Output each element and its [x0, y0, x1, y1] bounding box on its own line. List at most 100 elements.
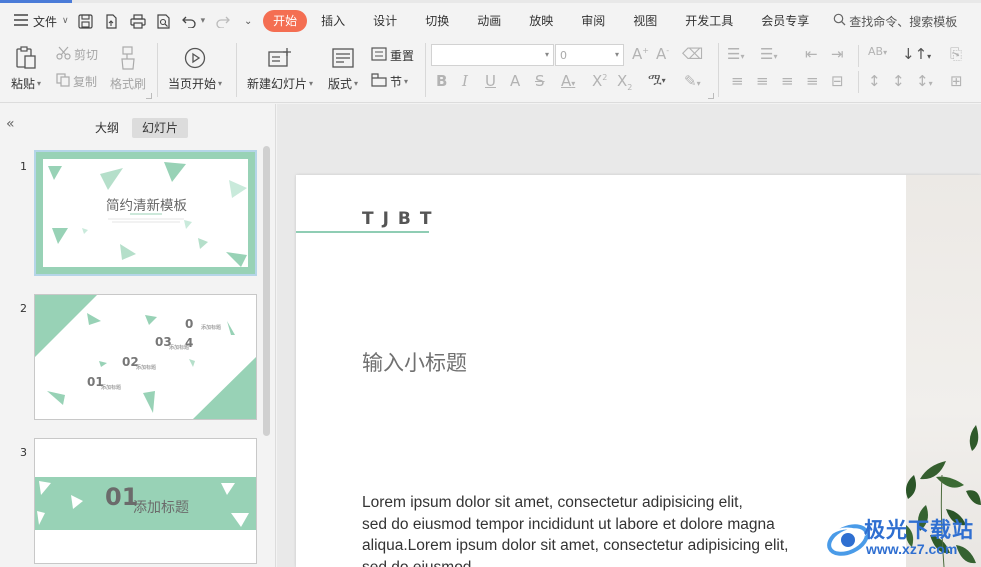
undo-icon[interactable]	[181, 12, 199, 30]
shadow-text-icon[interactable]: A	[510, 72, 520, 90]
layout-button[interactable]: 版式 ▾	[328, 45, 358, 92]
decrease-font-icon[interactable]: A-	[656, 45, 669, 63]
customize-toolbar-icon[interactable]: ⌄	[239, 12, 257, 30]
menu-bar: 文件 ∨ ▾ ⌄ 开始 插入 设计 切换 动画 放映 审阅 视图 开发工具 会员…	[0, 5, 981, 37]
section-button[interactable]: 节 ▾	[371, 73, 408, 90]
panel-scrollbar[interactable]	[263, 146, 270, 436]
tab-design[interactable]: 设计	[359, 10, 411, 32]
tab-transition[interactable]: 切换	[411, 10, 463, 32]
ribbon-separator	[718, 43, 719, 97]
undo-dropdown-icon[interactable]: ▾	[201, 16, 206, 26]
sort-direction-icon[interactable]: ↓↑▾	[902, 45, 931, 63]
save-icon[interactable]	[77, 12, 95, 30]
tab-insert[interactable]: 插入	[307, 10, 359, 32]
cut-button[interactable]: 剪切	[56, 46, 98, 63]
reset-button[interactable]: 重置	[371, 47, 414, 64]
bullets-icon[interactable]: ☰▾	[727, 45, 744, 63]
play-from-current-button[interactable]: 当页开始 ▾	[168, 45, 222, 92]
clear-format-icon[interactable]: ⌫	[682, 45, 703, 63]
wps-presentation-window: 文件 ∨ ▾ ⌄ 开始 插入 设计 切换 动画 放映 审阅 视图 开发工具 会员…	[0, 0, 981, 567]
format-painter-icon	[115, 45, 141, 71]
watermark-title: 极光下载站	[864, 518, 974, 542]
cut-label: 剪切	[74, 48, 99, 62]
font-size-value: 0	[560, 48, 567, 62]
tab-review[interactable]: 审阅	[567, 10, 619, 32]
redo-icon[interactable]	[213, 12, 231, 30]
new-slide-icon	[267, 45, 293, 71]
format-painter-button[interactable]: 格式刷	[110, 45, 146, 92]
top-progress-line	[0, 0, 981, 3]
ribbon-separator	[157, 43, 158, 97]
slide-brand-text[interactable]: TJBT	[362, 209, 440, 229]
justify-icon[interactable]: ≡	[806, 72, 819, 90]
decrease-indent-icon[interactable]: ⇤	[805, 45, 818, 63]
print-preview-icon[interactable]	[155, 12, 173, 30]
tab-animation[interactable]: 动画	[463, 10, 515, 32]
phonetic-guide-icon[interactable]: ሟ▾	[648, 72, 666, 87]
highlight-icon[interactable]: ✎▾	[684, 72, 701, 90]
paste-icon	[13, 45, 39, 71]
font-launcher-icon[interactable]	[708, 93, 714, 99]
strikethrough-icon[interactable]: S	[535, 72, 545, 90]
bold-icon[interactable]: B	[436, 72, 447, 90]
hamburger-icon	[14, 13, 28, 29]
columns-icon[interactable]: ⊞	[950, 72, 963, 90]
plant-photo[interactable]	[905, 175, 981, 567]
font-family-select[interactable]: ▾	[431, 44, 554, 66]
paragraph-spacing-icon[interactable]: ↕	[892, 72, 905, 90]
slide-body-text[interactable]: Lorem ipsum dolor sit amet, consectetur …	[362, 492, 842, 567]
body-line: aliqua.Lorem ipsum dolor sit amet, conse…	[362, 537, 789, 554]
underline-icon[interactable]: U	[485, 72, 496, 90]
play-icon	[182, 45, 208, 71]
align-center-icon[interactable]: ≡	[756, 72, 769, 90]
slide-thumbnail-2[interactable]: 04 添加标题 03 添加标题 02 添加标题 01 添加标题	[34, 294, 257, 420]
font-color-icon[interactable]: A▾	[561, 72, 575, 90]
command-search[interactable]: 查找命令、搜索模板	[833, 13, 957, 30]
ribbon-separator	[858, 71, 859, 93]
tab-outline[interactable]: 大纲	[85, 118, 129, 138]
align-left-icon[interactable]: ≡	[731, 72, 744, 90]
slide-number: 1	[20, 160, 27, 173]
slide-2-item-03-label: 添加标题	[169, 345, 190, 351]
text-box-icon[interactable]: AB▾	[868, 45, 887, 58]
layout-label: 版式	[328, 77, 353, 91]
subscript-icon[interactable]: X2	[617, 72, 632, 92]
tab-slideshow[interactable]: 放映	[515, 10, 567, 32]
paste-button[interactable]: 粘贴 ▾	[11, 45, 41, 92]
print-icon[interactable]	[129, 12, 147, 30]
slide-subtitle[interactable]: 输入小标题	[362, 347, 467, 377]
increase-indent-icon[interactable]: ⇥	[831, 45, 844, 63]
slide-thumbnail-1[interactable]: 简约清新模板	[34, 150, 257, 276]
distribute-icon[interactable]: ⊟	[831, 72, 844, 90]
ribbon-separator	[425, 43, 426, 97]
export-pdf-icon[interactable]	[103, 12, 121, 30]
body-line: Lorem ipsum dolor sit amet, consectetur …	[362, 494, 743, 511]
play-from-current-label: 当页开始	[168, 77, 217, 91]
tab-view[interactable]: 视图	[619, 10, 671, 32]
new-slide-button[interactable]: 新建幻灯片 ▾	[247, 45, 313, 92]
collapse-panel-icon[interactable]: «	[6, 116, 15, 132]
section-label: 节	[390, 75, 403, 89]
tab-slides[interactable]: 幻灯片	[132, 118, 189, 138]
line-spacing-icon[interactable]: ↕	[868, 72, 881, 90]
align-right-icon[interactable]: ≡	[781, 72, 794, 90]
tab-home[interactable]: 开始	[263, 10, 308, 32]
quick-access-toolbar: ▾ ⌄	[77, 12, 258, 30]
current-slide[interactable]: TJBT 输入小标题 Lorem ipsum dolor sit amet, c…	[296, 175, 981, 567]
chevron-down-icon: ▾	[544, 50, 549, 59]
file-menu[interactable]: 文件 ∨	[14, 13, 69, 30]
tab-member[interactable]: 会员专享	[747, 10, 823, 32]
copy-button[interactable]: 复制	[56, 73, 97, 90]
font-size-select[interactable]: 0 ▾	[555, 44, 624, 66]
tab-developer[interactable]: 开发工具	[671, 10, 747, 32]
superscript-icon[interactable]: X2	[592, 72, 607, 90]
slide-thumbnail-3[interactable]: 01 添加标题	[34, 438, 257, 564]
chevron-down-icon: ▾	[614, 50, 619, 59]
numbering-icon[interactable]: ☰▾	[760, 45, 777, 63]
increase-font-icon[interactable]: A+	[632, 45, 649, 63]
line-spacing-dropdown-icon[interactable]: ↕▾	[916, 72, 933, 90]
clipboard-launcher-icon[interactable]	[146, 93, 152, 99]
italic-icon[interactable]: I	[462, 72, 468, 90]
brand-underline	[296, 231, 429, 233]
convert-icon[interactable]: ⎘	[950, 45, 962, 63]
